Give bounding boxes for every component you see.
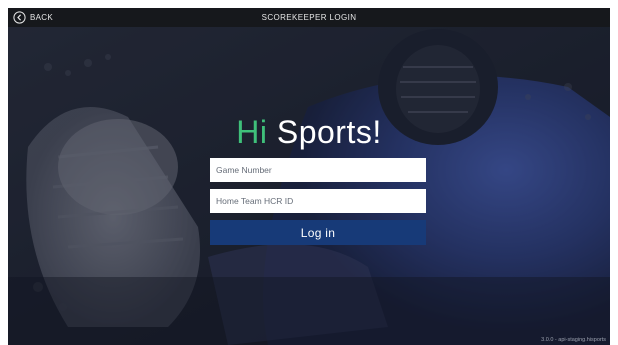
top-bar: BACK SCOREKEEPER LOGIN — [8, 8, 610, 27]
hisports-logo: Hi Sports! — [8, 112, 610, 152]
page-title: SCOREKEEPER LOGIN — [261, 13, 357, 22]
login-button[interactable]: Log in — [210, 220, 426, 245]
home-team-hcr-id-input[interactable] — [210, 189, 426, 213]
version-label: 3.0.0 - api-staging.hisports — [541, 337, 606, 343]
logo-sports-text: Sports! — [276, 114, 382, 150]
logo-hi-text: Hi — [236, 114, 268, 150]
login-form: Hi Sports! Log in 3.0.0 - api-staging.hi… — [8, 8, 610, 345]
login-screen: BACK SCOREKEEPER LOGIN Hi Sports! Log in… — [8, 8, 610, 345]
game-number-input[interactable] — [210, 158, 426, 182]
